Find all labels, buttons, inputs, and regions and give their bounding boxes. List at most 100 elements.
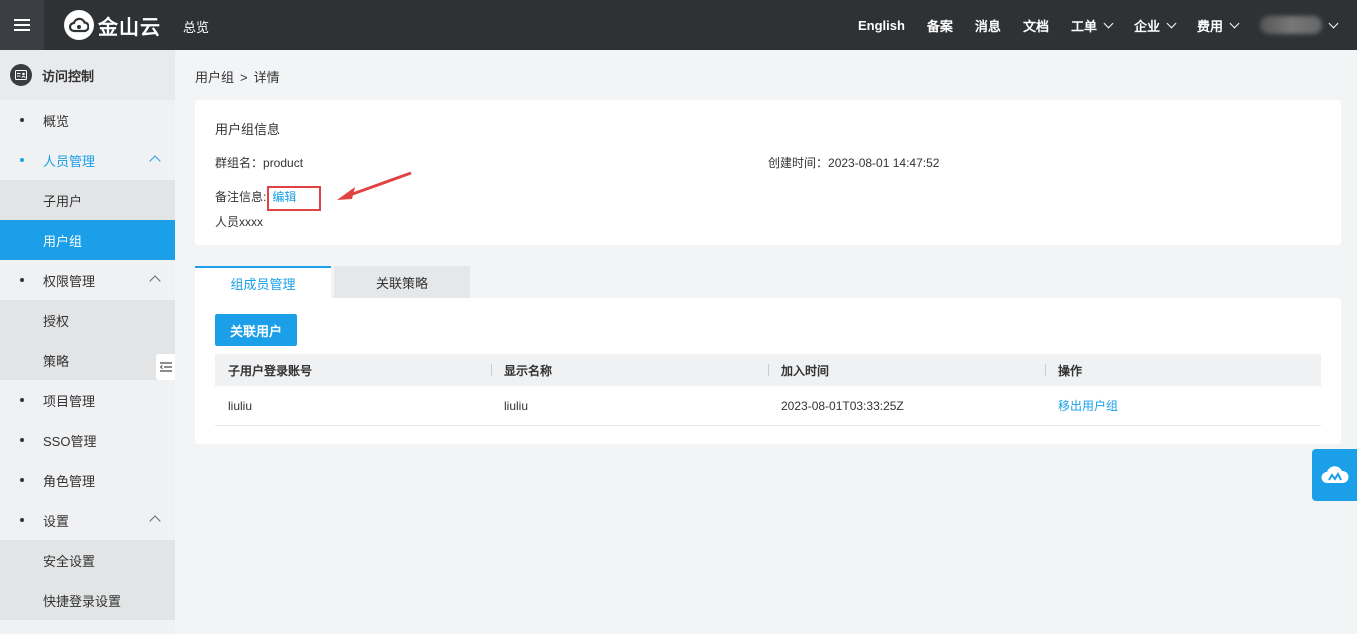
nav-overview-link[interactable]: 总览: [183, 17, 209, 36]
bullet-icon: [20, 158, 24, 162]
english-label: English: [857, 17, 905, 33]
column-header-joined-time: 加入时间: [768, 354, 1045, 386]
group-name-value: product: [263, 156, 304, 170]
sidebar-item-security-settings[interactable]: 安全设置: [0, 540, 175, 580]
associate-user-button[interactable]: 关联用户: [215, 314, 297, 346]
sidebar-item-quick-login-settings[interactable]: 快捷登录设置: [0, 580, 175, 620]
bullet-icon: [20, 478, 24, 482]
cloud-logo-icon: [64, 10, 94, 40]
sidebar-item-authorize[interactable]: 授权: [0, 300, 175, 340]
sidebar-item-label: 授权: [43, 313, 70, 329]
sidebar-item-label: 安全设置: [43, 553, 96, 569]
cell-joined-time: 2023-08-01T03:33:25Z: [781, 398, 904, 413]
ticket-dropdown[interactable]: 工单: [1070, 16, 1114, 35]
remark-value: 人员xxxx: [215, 215, 264, 229]
beian-label: 备案: [926, 18, 953, 34]
floating-support-button[interactable]: [1312, 449, 1357, 501]
sidebar-item-label: 人员管理: [43, 153, 96, 169]
sidebar-item-user-group[interactable]: 用户组: [0, 220, 175, 260]
members-table: 子用户登录账号 显示名称 加入时间 操作 liuliu liuliu 2023-…: [215, 354, 1321, 426]
sidebar-item-label: 子用户: [43, 193, 83, 209]
bullet-icon: [20, 518, 24, 522]
bullet-icon: [20, 438, 24, 442]
tab-associated-policies[interactable]: 关联策略: [334, 266, 470, 298]
docs-link[interactable]: 文档: [1023, 16, 1049, 35]
created-time-value: 2023-08-01 14:47:52: [828, 156, 940, 170]
user-name-redacted: [1260, 16, 1322, 34]
menu-toggle-button[interactable]: [0, 0, 44, 50]
sidebar-item-sso-management[interactable]: SSO管理: [0, 420, 175, 460]
top-right-menu: English 备案 消息 文档 工单 企业 费用: [836, 0, 1339, 50]
detail-tabs: 组成员管理 关联策略: [195, 266, 470, 298]
sidebar-item-role-management[interactable]: 角色管理: [0, 460, 175, 500]
chevron-up-icon: [149, 155, 161, 167]
sidebar: 访问控制 概览 人员管理 子用户 用户组 权限管理 授权 策略 项目管理 SSO…: [0, 50, 175, 634]
hamburger-icon: [14, 19, 30, 31]
remove-from-group-link[interactable]: 移出用户组: [1058, 397, 1118, 414]
sidebar-header: 访问控制: [0, 50, 175, 100]
user-account-dropdown[interactable]: [1238, 16, 1339, 34]
annotation-arrow-icon: [337, 171, 412, 200]
messages-label: 消息: [974, 18, 1001, 34]
group-info-title: 用户组信息: [215, 122, 281, 137]
chevron-down-icon: [1103, 18, 1114, 28]
remark-label: 备注信息:: [215, 190, 267, 204]
enterprise-dropdown[interactable]: 企业: [1133, 16, 1177, 35]
sidebar-item-label: 设置: [43, 513, 70, 529]
top-nav-bar: 金山云 总览 English 备案 消息 文档 工单 企业 费用: [0, 0, 1357, 50]
billing-dropdown[interactable]: 费用: [1196, 16, 1240, 35]
cell-display-name: liuliu: [504, 398, 529, 413]
group-name-label: 群组名：: [215, 156, 264, 170]
chevron-up-icon: [149, 515, 161, 527]
sidebar-item-permission-management[interactable]: 权限管理: [0, 260, 175, 300]
bullet-icon: [20, 118, 24, 122]
sidebar-item-label: 概览: [43, 113, 70, 129]
column-header-actions: 操作: [1045, 354, 1321, 386]
messages-link[interactable]: 消息: [975, 16, 1001, 35]
enterprise-label: 企业: [1133, 18, 1160, 34]
members-card: 关联用户 子用户登录账号 显示名称 加入时间 操作 liuliu liuliu …: [195, 298, 1341, 444]
tab-members[interactable]: 组成员管理: [195, 266, 331, 298]
cell-actions: 移出用户组: [1045, 386, 1321, 425]
breadcrumb-user-group-link[interactable]: 用户组: [195, 70, 234, 85]
billing-label: 费用: [1196, 18, 1223, 34]
column-header-display-name: 显示名称: [491, 354, 768, 386]
sidebar-item-label: SSO管理: [43, 433, 97, 449]
id-card-icon: [10, 64, 32, 86]
bullet-icon: [20, 398, 24, 402]
cell-account: liuliu: [228, 398, 253, 413]
group-name-field: 群组名：product: [215, 154, 303, 171]
sidebar-item-settings[interactable]: 设置: [0, 500, 175, 540]
sidebar-item-label: 快捷登录设置: [43, 593, 122, 609]
sidebar-item-label: 用户组: [43, 233, 83, 249]
column-header-account: 子用户登录账号: [228, 363, 313, 378]
sidebar-item-people-management[interactable]: 人员管理: [0, 140, 175, 180]
sidebar-item-policy[interactable]: 策略: [0, 340, 175, 380]
breadcrumb-current: 详情: [253, 70, 280, 85]
chevron-down-icon: [1328, 18, 1339, 28]
sidebar-item-overview[interactable]: 概览: [0, 100, 175, 140]
table-row: liuliu liuliu 2023-08-01T03:33:25Z 移出用户组: [215, 386, 1321, 426]
sidebar-item-label: 角色管理: [43, 473, 96, 489]
sidebar-item-label: 策略: [43, 353, 70, 369]
breadcrumb: 用户组 > 详情: [195, 67, 280, 86]
table-header: 子用户登录账号 显示名称 加入时间 操作: [215, 354, 1321, 386]
kingsoft-cloud-logo[interactable]: 金山云: [64, 10, 161, 40]
english-link[interactable]: English: [858, 18, 905, 33]
chevron-up-icon: [149, 275, 161, 287]
sidebar-item-project-management[interactable]: 项目管理: [0, 380, 175, 420]
highlight-box: [267, 186, 321, 211]
beian-link[interactable]: 备案: [927, 16, 953, 35]
collapse-left-icon: [159, 362, 172, 372]
ticket-label: 工单: [1070, 18, 1097, 34]
sidebar-item-sub-user[interactable]: 子用户: [0, 180, 175, 220]
sidebar-item-label: 项目管理: [43, 393, 96, 409]
docs-label: 文档: [1022, 18, 1049, 34]
sidebar-title: 访问控制: [42, 68, 95, 84]
created-time-label: 创建时间：: [768, 156, 829, 170]
breadcrumb-separator: >: [240, 70, 248, 85]
sidebar-item-label: 权限管理: [43, 273, 96, 289]
created-time-field: 创建时间：2023-08-01 14:47:52: [768, 154, 939, 171]
sidebar-collapse-button[interactable]: [156, 354, 175, 380]
bullet-icon: [20, 278, 24, 282]
